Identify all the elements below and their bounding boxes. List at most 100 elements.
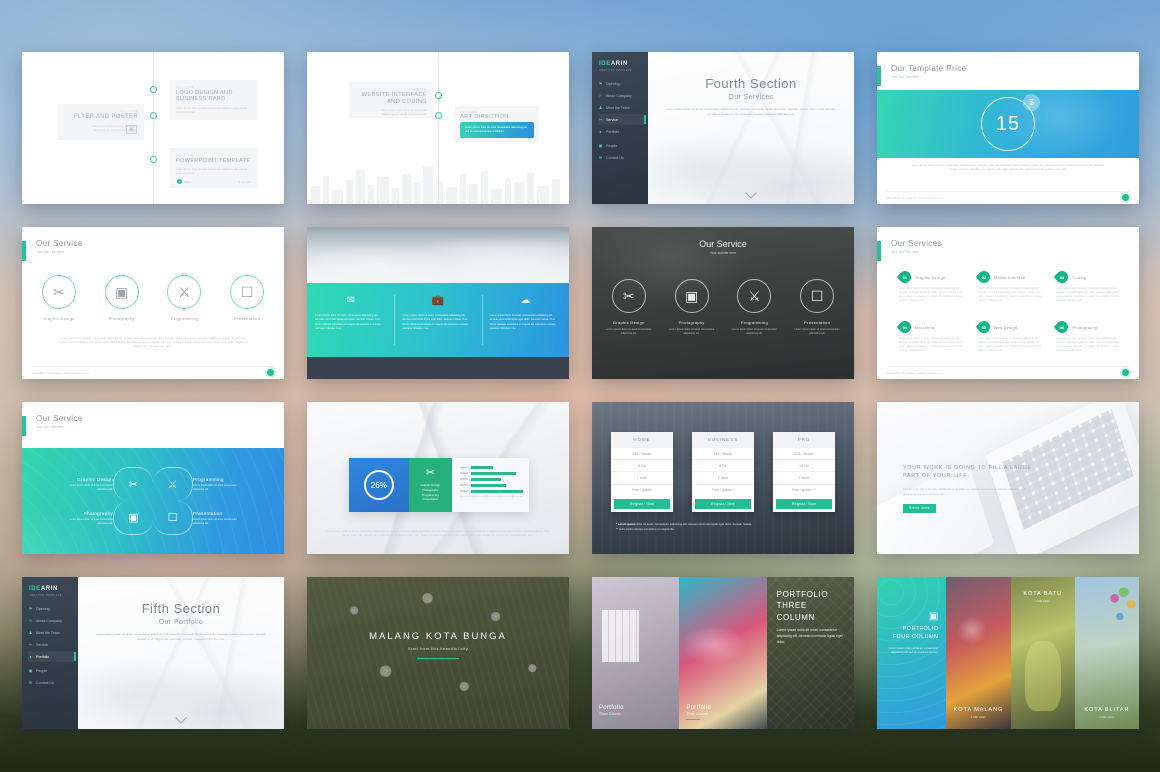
slide-quote-laptop[interactable]: YOUR WORK IS GOING TO FILL A LARGE PART … — [877, 402, 1139, 554]
quadrant-item[interactable]: Programming Lorem ipsum dolor sit amet c… — [193, 467, 259, 501]
service-text: Lorem ipsum dolor sit amet consectetur a… — [606, 328, 652, 335]
slide-timeline-services[interactable]: FEATURE FLYER AND POSTER Lorem ipsum dol… — [22, 52, 284, 204]
preview-board: FEATURE FLYER AND POSTER Lorem ipsum dol… — [0, 0, 1160, 772]
slide-portfolio-four-column[interactable]: ▣ PORTFOLIO FOUR COLUMN Lorem ipsum dolo… — [877, 577, 1139, 729]
service-item[interactable]: ✂ Graphic Design Lorem ipsum dolor sit a… — [603, 279, 655, 336]
stats-card[interactable]: 26% ✂ Graphic Design Photography Program… — [349, 458, 529, 512]
slide-pricing-tables[interactable]: HOME $15 / Month 5 Gb 1 User Free Update… — [592, 402, 854, 554]
service-card[interactable]: 04 Marketing Lorem ipsum dolor sit amet, c… — [896, 318, 968, 353]
mountain-photo — [648, 52, 854, 204]
slide-our-service-icons[interactable]: Our Service Your Sub Title Here ✂ Graphi… — [22, 227, 284, 379]
sidebar-item-team[interactable]: ♟ Meet the Team — [598, 102, 644, 113]
slide-our-service-quadrant[interactable]: Our Service Your Sub Title Here Graphic … — [22, 402, 284, 554]
service-item[interactable]: ✂ Graphic Design — [33, 275, 85, 321]
sidebar-item-service[interactable]: ✂ Service — [598, 114, 646, 125]
slide-template-price[interactable]: Our Template Price Your Sub Title Here 1… — [877, 52, 1139, 204]
header-block: Our Service Your Sub Title Here — [36, 239, 83, 254]
card-logo-design[interactable]: FEATURE LOGO DESIGN AND BUSINESS CARD Lo… — [170, 80, 258, 120]
slide-our-service-dark[interactable]: Our Service Your subtitle here ✂ Graphic… — [592, 227, 854, 379]
service-item[interactable]: ☐ Presentation — [221, 275, 273, 321]
footer-dot — [267, 369, 274, 376]
portfolio-card[interactable]: Portfolio Three Column — [679, 577, 767, 729]
service-card[interactable]: 02 Mobile Interface Lorem ipsum dolor sit … — [975, 268, 1047, 303]
sidebar-item-about[interactable]: ☉ About Company — [28, 615, 74, 626]
register-button[interactable]: Register Now — [614, 498, 670, 509]
slide-portfolio-three-column[interactable]: Portfolio Three Column Portfolio Three C… — [592, 577, 854, 729]
keyboard-graphic — [985, 402, 1139, 554]
sidebar-item-people[interactable]: ▣ People — [28, 665, 74, 676]
service-item[interactable]: ☐ Presentation Lorem ipsum dolor sit ame… — [791, 279, 843, 336]
gradient-panel: Graphic Design Lorem ipsum dolor sit ame… — [22, 448, 284, 554]
plan-feature: Free Update ** — [773, 483, 835, 496]
sidebar-item-team[interactable]: ♟ Meet the Team — [28, 627, 74, 638]
slide-fourth-section[interactable]: IDEARIN CREATIVE TEMPLATE ⚑ Opening ☉ Abou… — [592, 52, 854, 204]
quadrant-item[interactable]: Photography Lorem ipsum dolor sit amet c… — [47, 501, 113, 535]
camera-icon: ▣ — [113, 501, 153, 535]
card-text-block: ▣ PORTFOLIO FOUR COLUMN Lorem ipsum dolo… — [887, 611, 939, 655]
sidebar-item-contact[interactable]: ✉ Contact Us — [598, 152, 644, 163]
chevron-down-icon[interactable] — [746, 189, 756, 195]
sidebar-item-contact[interactable]: ✉ Contact Us — [28, 677, 74, 688]
portfolio-text-card[interactable]: PORTFOLIO THREE COLUMN Lorem ipsum dolor… — [766, 577, 854, 729]
note-text: ** Cum sociis natoque penatibus et magni… — [616, 526, 675, 531]
service-card[interactable]: 01 Graphic Design Lorem ipsum dolor sit am… — [896, 268, 968, 303]
camera-icon: ▣ — [104, 275, 139, 309]
card-art-direction[interactable]: FEATURE ART DIRECTION Lorem ipsum dolor … — [455, 106, 539, 142]
portfolio-card[interactable]: KOTA MALANG 1.000 visitor — [946, 577, 1011, 729]
portfolio-card[interactable]: Portfolio Three Column — [592, 577, 680, 729]
pin-badge: 02 — [975, 268, 993, 286]
service-item[interactable]: ▣ Photography — [96, 275, 148, 321]
sidebar-item-portfolio[interactable]: ● Portfolio — [28, 651, 76, 662]
service-item[interactable]: ▣ Photography Lorem ipsum dolor sit amet… — [666, 279, 718, 336]
portfolio-text-card[interactable]: ▣ PORTFOLIO FOUR COLUMN Lorem ipsum dolo… — [877, 577, 947, 729]
footer-divider — [887, 366, 1129, 367]
sidebar-item-opening[interactable]: ⚑ Opening — [28, 603, 74, 614]
portfolio-card[interactable]: KOTA BLITAR 1.000 visitor — [1074, 577, 1139, 729]
service-label: Photography — [1072, 324, 1098, 330]
card-subtitle: 1.000 visitor — [1099, 715, 1115, 719]
sidebar-item-opening[interactable]: ⚑ Opening — [598, 78, 644, 89]
portfolio-card[interactable]: KOTA BATU 1.000 visitor — [1010, 577, 1075, 729]
service-card[interactable]: 05 Web Design Lorem ipsum dolor sit amet, … — [975, 318, 1047, 353]
percent-value: 26% — [370, 480, 387, 490]
slide-percent-chart[interactable]: 26% ✂ Graphic Design Photography Program… — [307, 402, 569, 554]
card-powerpoint-template[interactable]: FEATURE POWERPOINT TEMPLATE Lorem ipsum … — [170, 148, 258, 188]
service-item[interactable]: ⚔ Programming Lorem ipsum dolor sit amet… — [728, 279, 780, 336]
band-column[interactable]: ✉ Lorem ipsum dolor sit amet, consectetu… — [307, 283, 394, 357]
band-column[interactable]: ☁ Lorem ipsum dolor sit amet, consectetu… — [481, 283, 569, 357]
pricing-table-business[interactable]: BUSINESS $18 / Month 8 Gb 1 User Free Up… — [692, 432, 754, 512]
sidebar-nav[interactable]: IDEARIN CREATIVE TEMPLATE ⚑ Opening ☉ Abou… — [22, 577, 78, 729]
scissors-icon: ✂ — [611, 279, 646, 313]
sidebar-item-service[interactable]: ✂ Service — [28, 639, 74, 650]
plan-feature: 1 User — [611, 471, 673, 483]
service-item[interactable]: ⚔ Programming — [158, 275, 210, 321]
slide-fifth-section[interactable]: IDEARIN CREATIVE TEMPLATE ⚑ Opening ☉ Abou… — [22, 577, 284, 729]
register-button[interactable]: Register Now — [776, 498, 832, 509]
slide-three-column-band[interactable]: ✉ Lorem ipsum dolor sit amet, consectetu… — [307, 227, 569, 379]
slide-our-services-numbered[interactable]: Our Services Your Sub Title Here 01 Graph… — [877, 227, 1139, 379]
card-text-block: PORTFOLIO THREE COLUMN Lorem ipsum dolor… — [777, 589, 846, 645]
service-text: Lorem ipsum dolor sit amet consectetur a… — [668, 328, 715, 335]
hero-panel: Fourth Section Our Services Lorem ipsum … — [648, 52, 854, 204]
register-button[interactable]: Register Now — [695, 498, 751, 509]
service-card[interactable]: 03 Coding Lorem ipsum dolor sit amet, cons… — [1053, 268, 1125, 303]
band-column[interactable]: 💼 Lorem ipsum dolor sit amet, consectetu… — [394, 283, 481, 357]
header-block: Our Services Your Sub Title Here — [891, 239, 942, 254]
pricing-table-pro[interactable]: PRO $28 / Month 15 Gb 1 User Free Update… — [773, 432, 835, 512]
pricing-table-home[interactable]: HOME $15 / Month 5 Gb 1 User Free Update… — [611, 432, 673, 512]
sidebar-item-about[interactable]: ☉ About Company — [598, 90, 644, 101]
slide-malang-cover[interactable]: MALANG KOTA BUNGA Start from this beauti… — [307, 577, 569, 729]
card-flyer-poster[interactable]: FEATURE FLYER AND POSTER Lorem ipsum dol… — [58, 104, 144, 140]
share-tag[interactable]: Share — [177, 179, 191, 184]
card-website-coding[interactable]: FEATURE WEBSITE INTERFACE AND CODING Lor… — [349, 82, 433, 118]
quote-author-badge[interactable]: Steve Jobs — [903, 503, 936, 513]
service-card[interactable]: 06 Photography Lorem ipsum dolor sit amet,… — [1053, 318, 1125, 353]
quadrant-item[interactable]: Graphic Design Lorem ipsum dolor sit ame… — [47, 467, 113, 501]
card-subtitle: 1.000 visitor — [1035, 599, 1051, 603]
sidebar-item-people[interactable]: ▣ People — [598, 140, 644, 151]
sidebar-item-portfolio[interactable]: ● Portfolio — [598, 126, 644, 137]
sidebar-nav[interactable]: IDEARIN CREATIVE TEMPLATE ⚑ Opening ☉ Abou… — [592, 52, 648, 204]
quadrant-item[interactable]: Presentation Lorem ipsum dolor sit amet … — [193, 501, 259, 535]
slide-timeline-city[interactable]: FEATURE WEBSITE INTERFACE AND CODING Lor… — [307, 52, 569, 204]
chevron-down-icon[interactable] — [176, 714, 186, 720]
